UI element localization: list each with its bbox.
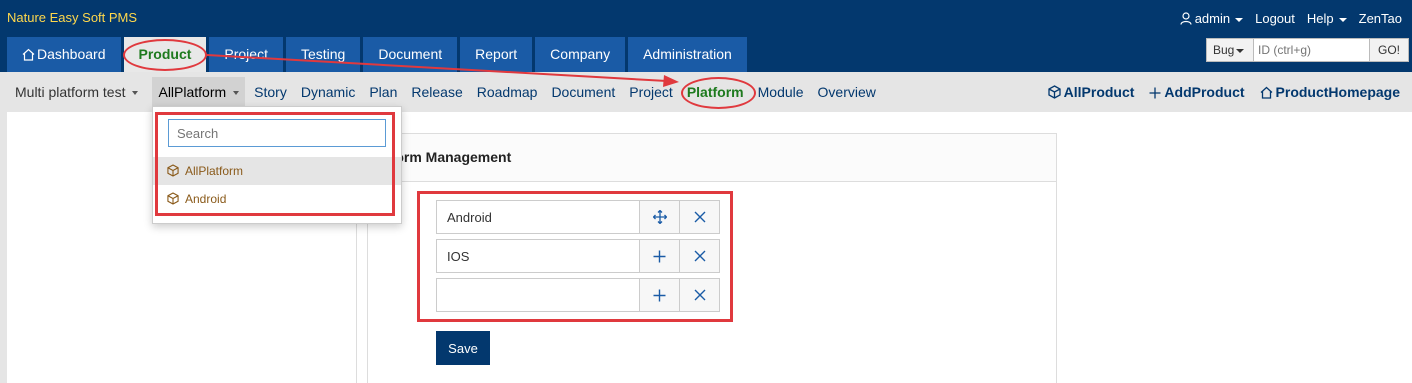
- all-product-link[interactable]: AllProduct: [1047, 84, 1135, 100]
- tab-project[interactable]: Project: [209, 37, 283, 72]
- search-type-select[interactable]: Bug: [1206, 38, 1254, 62]
- help-dropdown[interactable]: Help: [1307, 11, 1347, 26]
- tab-dashboard[interactable]: Dashboard: [7, 37, 121, 72]
- chevron-down-icon: [132, 91, 139, 96]
- subnav-document[interactable]: Document: [544, 84, 622, 100]
- user-icon: [1180, 12, 1192, 25]
- subnav-dynamic[interactable]: Dynamic: [294, 84, 362, 100]
- product-switcher-label: Multi platform test: [15, 84, 126, 100]
- subnav-project[interactable]: Project: [622, 84, 680, 100]
- search-go-button[interactable]: GO!: [1370, 38, 1409, 62]
- tab-report[interactable]: Report: [460, 37, 533, 72]
- logout-link[interactable]: Logout: [1255, 11, 1295, 26]
- main-nav: Dashboard Product Project Testing Docume…: [7, 37, 747, 72]
- subnav-release[interactable]: Release: [404, 84, 469, 100]
- tab-testing[interactable]: Testing: [285, 37, 361, 72]
- quick-search: Bug GO!: [1206, 38, 1409, 62]
- zentao-link[interactable]: ZenTao: [1359, 11, 1402, 26]
- panel-title: tform Management: [368, 134, 1056, 182]
- annotation-dropdown-rect: [155, 112, 395, 216]
- platform-switcher-label: AllPlatform: [158, 83, 227, 100]
- add-product-label: AddProduct: [1164, 84, 1245, 100]
- plus-icon: [1149, 87, 1161, 99]
- annotation-rows-rect: [417, 191, 733, 322]
- search-input[interactable]: [1254, 38, 1370, 62]
- cube-icon: [1047, 85, 1061, 99]
- chevron-down-icon: [1236, 48, 1245, 53]
- product-homepage-label: ProductHomepage: [1275, 84, 1400, 100]
- save-button[interactable]: Save: [436, 331, 490, 365]
- brand-name: Nature Easy Soft PMS: [7, 10, 138, 25]
- subnav-module[interactable]: Module: [751, 84, 811, 100]
- subnav-overview[interactable]: Overview: [811, 84, 883, 100]
- subnav-plan[interactable]: Plan: [362, 84, 404, 100]
- sub-nav-actions: AllProduct AddProduct ProductHomepage: [1047, 72, 1400, 112]
- user-dropdown[interactable]: admin: [1180, 11, 1244, 26]
- subnav-roadmap[interactable]: Roadmap: [470, 84, 545, 100]
- home-icon: [22, 48, 35, 61]
- chevron-down-icon: [1235, 17, 1244, 22]
- all-product-label: AllProduct: [1063, 84, 1135, 100]
- platform-switcher[interactable]: AllPlatform: [152, 76, 246, 108]
- tab-dashboard-label: Dashboard: [37, 46, 106, 62]
- user-menu: admin Logout Help ZenTao: [1180, 11, 1402, 26]
- annotation-product-oval: [123, 39, 207, 71]
- top-header: Nature Easy Soft PMS admin Logout Help Z…: [0, 0, 1412, 72]
- annotation-platform-oval: [681, 77, 756, 109]
- add-product-link[interactable]: AddProduct: [1149, 84, 1245, 100]
- product-homepage-link[interactable]: ProductHomepage: [1260, 84, 1400, 100]
- subnav-story[interactable]: Story: [247, 84, 294, 100]
- help-label: Help: [1306, 11, 1334, 26]
- tab-document[interactable]: Document: [363, 37, 458, 72]
- tab-company[interactable]: Company: [535, 37, 626, 72]
- chevron-down-icon: [1338, 17, 1347, 22]
- tab-administration[interactable]: Administration: [628, 37, 747, 72]
- home-icon: [1260, 86, 1272, 99]
- user-name: admin: [1194, 11, 1231, 26]
- chevron-down-icon: [233, 90, 240, 95]
- search-type-label: Bug: [1213, 43, 1235, 57]
- product-switcher[interactable]: Multi platform test: [7, 84, 152, 100]
